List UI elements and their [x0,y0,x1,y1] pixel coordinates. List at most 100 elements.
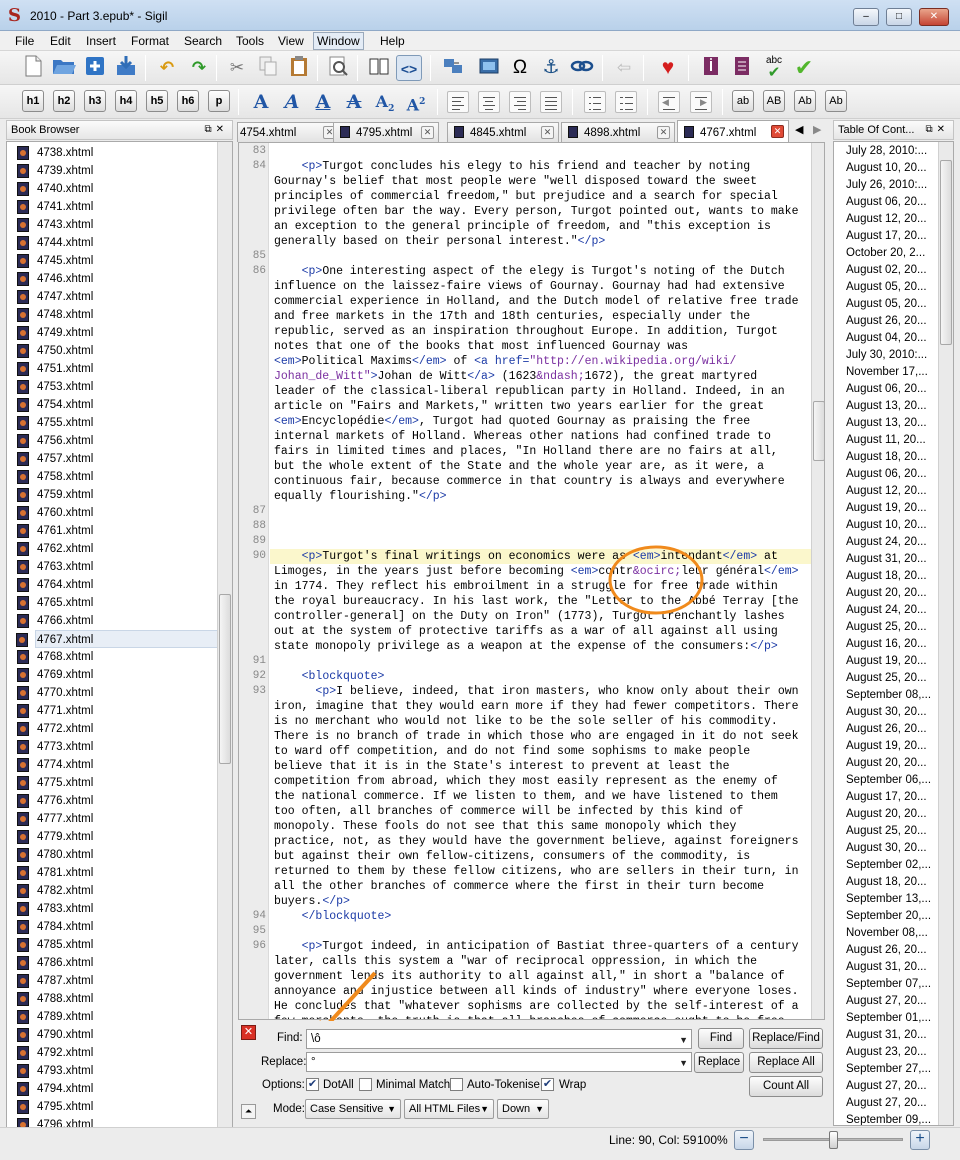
book-browser-item[interactable]: 4783.xhtml [17,900,217,918]
book-browser-item[interactable]: 4739.xhtml [17,162,217,180]
cut-icon[interactable]: ✂ [224,55,250,81]
zoom-out-button[interactable]: − [734,1130,754,1150]
menu-tools[interactable]: Tools [233,33,267,49]
book-browser-item[interactable]: 4787.xhtml [17,972,217,990]
book-browser-item[interactable]: 4740.xhtml [17,180,217,198]
toc-item[interactable]: July 26, 2010:... [846,177,927,194]
book-browser-item[interactable]: 4790.xhtml [17,1026,217,1044]
maximize-button[interactable]: □ [886,8,912,26]
book-browser-item[interactable]: 4754.xhtml [17,396,217,414]
panel-float-close-icons[interactable]: ⧉✕ [204,121,228,139]
toc-item[interactable]: August 20, 20... [846,585,927,602]
toc-item[interactable]: August 11, 20... [846,432,926,449]
open-folder-icon[interactable] [51,55,77,81]
paragraph-button[interactable]: p [208,90,230,112]
book-browser-scrollbar[interactable] [217,142,232,1152]
toc-item[interactable]: August 17, 20... [846,228,927,245]
book-view-icon[interactable] [366,55,392,81]
code-line[interactable]: <p>One interesting aspect of the elegy i… [274,264,814,504]
zoom-in-button[interactable]: + [910,1130,930,1150]
book-browser-item[interactable]: 4741.xhtml [17,198,217,216]
code-view-icon[interactable]: <> [396,55,422,81]
book-browser-item[interactable]: 4758.xhtml [17,468,217,486]
toc-item[interactable]: October 20, 2... [846,245,925,262]
toc-item[interactable]: September 08,... [846,687,931,704]
align-center-icon[interactable] [478,91,500,113]
book-browser-item[interactable]: 4775.xhtml [17,774,217,792]
toc-item[interactable]: August 18, 20... [846,449,927,466]
book-browser-item[interactable]: 4774.xhtml [17,756,217,774]
toc-item[interactable]: September 09,... [846,1112,931,1125]
book-browser-item[interactable]: 4792.xhtml [17,1044,217,1062]
superscript-icon[interactable]: A2 [404,90,428,114]
minimize-button[interactable]: – [853,8,879,26]
toc-item[interactable]: August 06, 20... [846,194,927,211]
lowercase-button[interactable]: ab [732,90,754,112]
book-browser-item[interactable]: 4763.xhtml [17,558,217,576]
redo-icon[interactable]: ↷ [186,55,212,81]
toc-item[interactable]: August 05, 20... [846,279,927,296]
close-tab-icon[interactable]: ✕ [421,126,434,139]
toc-item[interactable]: November 17,... [846,364,928,381]
close-tab-icon[interactable]: ✕ [657,126,670,139]
book-browser-item[interactable]: 4773.xhtml [17,738,217,756]
book-browser-item[interactable]: 4751.xhtml [17,360,217,378]
editor-scrollbar[interactable] [811,143,824,1019]
code-line[interactable]: <p>Turgot concludes his elegy to his fri… [274,159,814,249]
toc-item[interactable]: July 30, 2010:... [846,347,927,364]
book-browser-item[interactable]: 4770.xhtml [17,684,217,702]
italic-icon[interactable]: A [280,90,304,114]
book-browser-item[interactable]: 4762.xhtml [17,540,217,558]
heading-4-button[interactable]: h4 [115,90,137,112]
metadata-icon[interactable] [698,55,724,81]
replace-find-button[interactable]: Replace/Find [749,1028,823,1049]
toc-item[interactable]: August 20, 20... [846,755,927,772]
book-browser-item[interactable]: 4766.xhtml [17,612,217,630]
titlecase-button[interactable]: Ab [794,90,816,112]
book-browser-item[interactable]: 4771.xhtml [17,702,217,720]
toc-item[interactable]: August 19, 20... [846,500,927,517]
code-line[interactable]: <p>I believe, indeed, that iron masters,… [274,684,814,909]
toc-item[interactable]: August 06, 20... [846,466,927,483]
tab-scroll-right-icon[interactable]: ▶ [813,123,821,136]
menu-file[interactable]: File [12,33,37,49]
toc-item[interactable]: August 13, 20... [846,415,927,432]
book-browser-item[interactable]: 4784.xhtml [17,918,217,936]
heart-icon[interactable]: ♥ [655,55,681,81]
toc-item[interactable]: August 26, 20... [846,942,927,959]
book-browser-item[interactable]: 4781.xhtml [17,864,217,882]
meta-preview-icon[interactable] [325,55,351,81]
chevron-down-icon[interactable]: ▼ [679,1031,688,1049]
toc-item[interactable]: August 18, 20... [846,568,927,585]
toc-item[interactable]: August 10, 20... [846,160,927,177]
new-file-icon[interactable] [20,55,46,81]
toc-item[interactable]: September 06,... [846,772,931,789]
dotall-checkbox[interactable]: ✔ [306,1078,319,1091]
toc-item[interactable]: August 31, 20... [846,1027,927,1044]
collapse-icon[interactable]: ⏶ [241,1104,256,1119]
direction-select[interactable]: Down ▼ [497,1099,549,1119]
book-browser-item[interactable]: 4769.xhtml [17,666,217,684]
book-browser-item[interactable]: 4749.xhtml [17,324,217,342]
toc-item[interactable]: August 27, 20... [846,1095,927,1112]
bold-icon[interactable]: A [249,90,273,114]
toc-scrollbar[interactable] [938,142,953,1125]
book-browser-item[interactable]: 4786.xhtml [17,954,217,972]
book-browser-item[interactable]: 4747.xhtml [17,288,217,306]
panel-float-close-icons[interactable]: ⧉✕ [925,121,949,139]
replace-input[interactable]: ° ▼ [306,1052,692,1072]
tab-4767[interactable]: 4767.xhtml ✕ [677,120,789,142]
toc-item[interactable]: August 18, 20... [846,874,927,891]
book-browser-item[interactable]: 4764.xhtml [17,576,217,594]
validate-icon[interactable]: ✔ [791,55,817,81]
book-browser-item[interactable]: 4744.xhtml [17,234,217,252]
code-line[interactable]: <p>Turgot's final writings on economics … [274,549,814,654]
toc-item[interactable]: August 24, 20... [846,602,927,619]
scrollbar-thumb[interactable] [940,160,952,345]
tab-4795[interactable]: 4795.xhtml ✕ [333,122,439,142]
align-left-icon[interactable] [447,91,469,113]
book-browser-item[interactable]: 4772.xhtml [17,720,217,738]
book-browser-item[interactable]: 4760.xhtml [17,504,217,522]
toc-item[interactable]: August 27, 20... [846,993,927,1010]
zoom-slider-thumb[interactable] [829,1131,838,1149]
